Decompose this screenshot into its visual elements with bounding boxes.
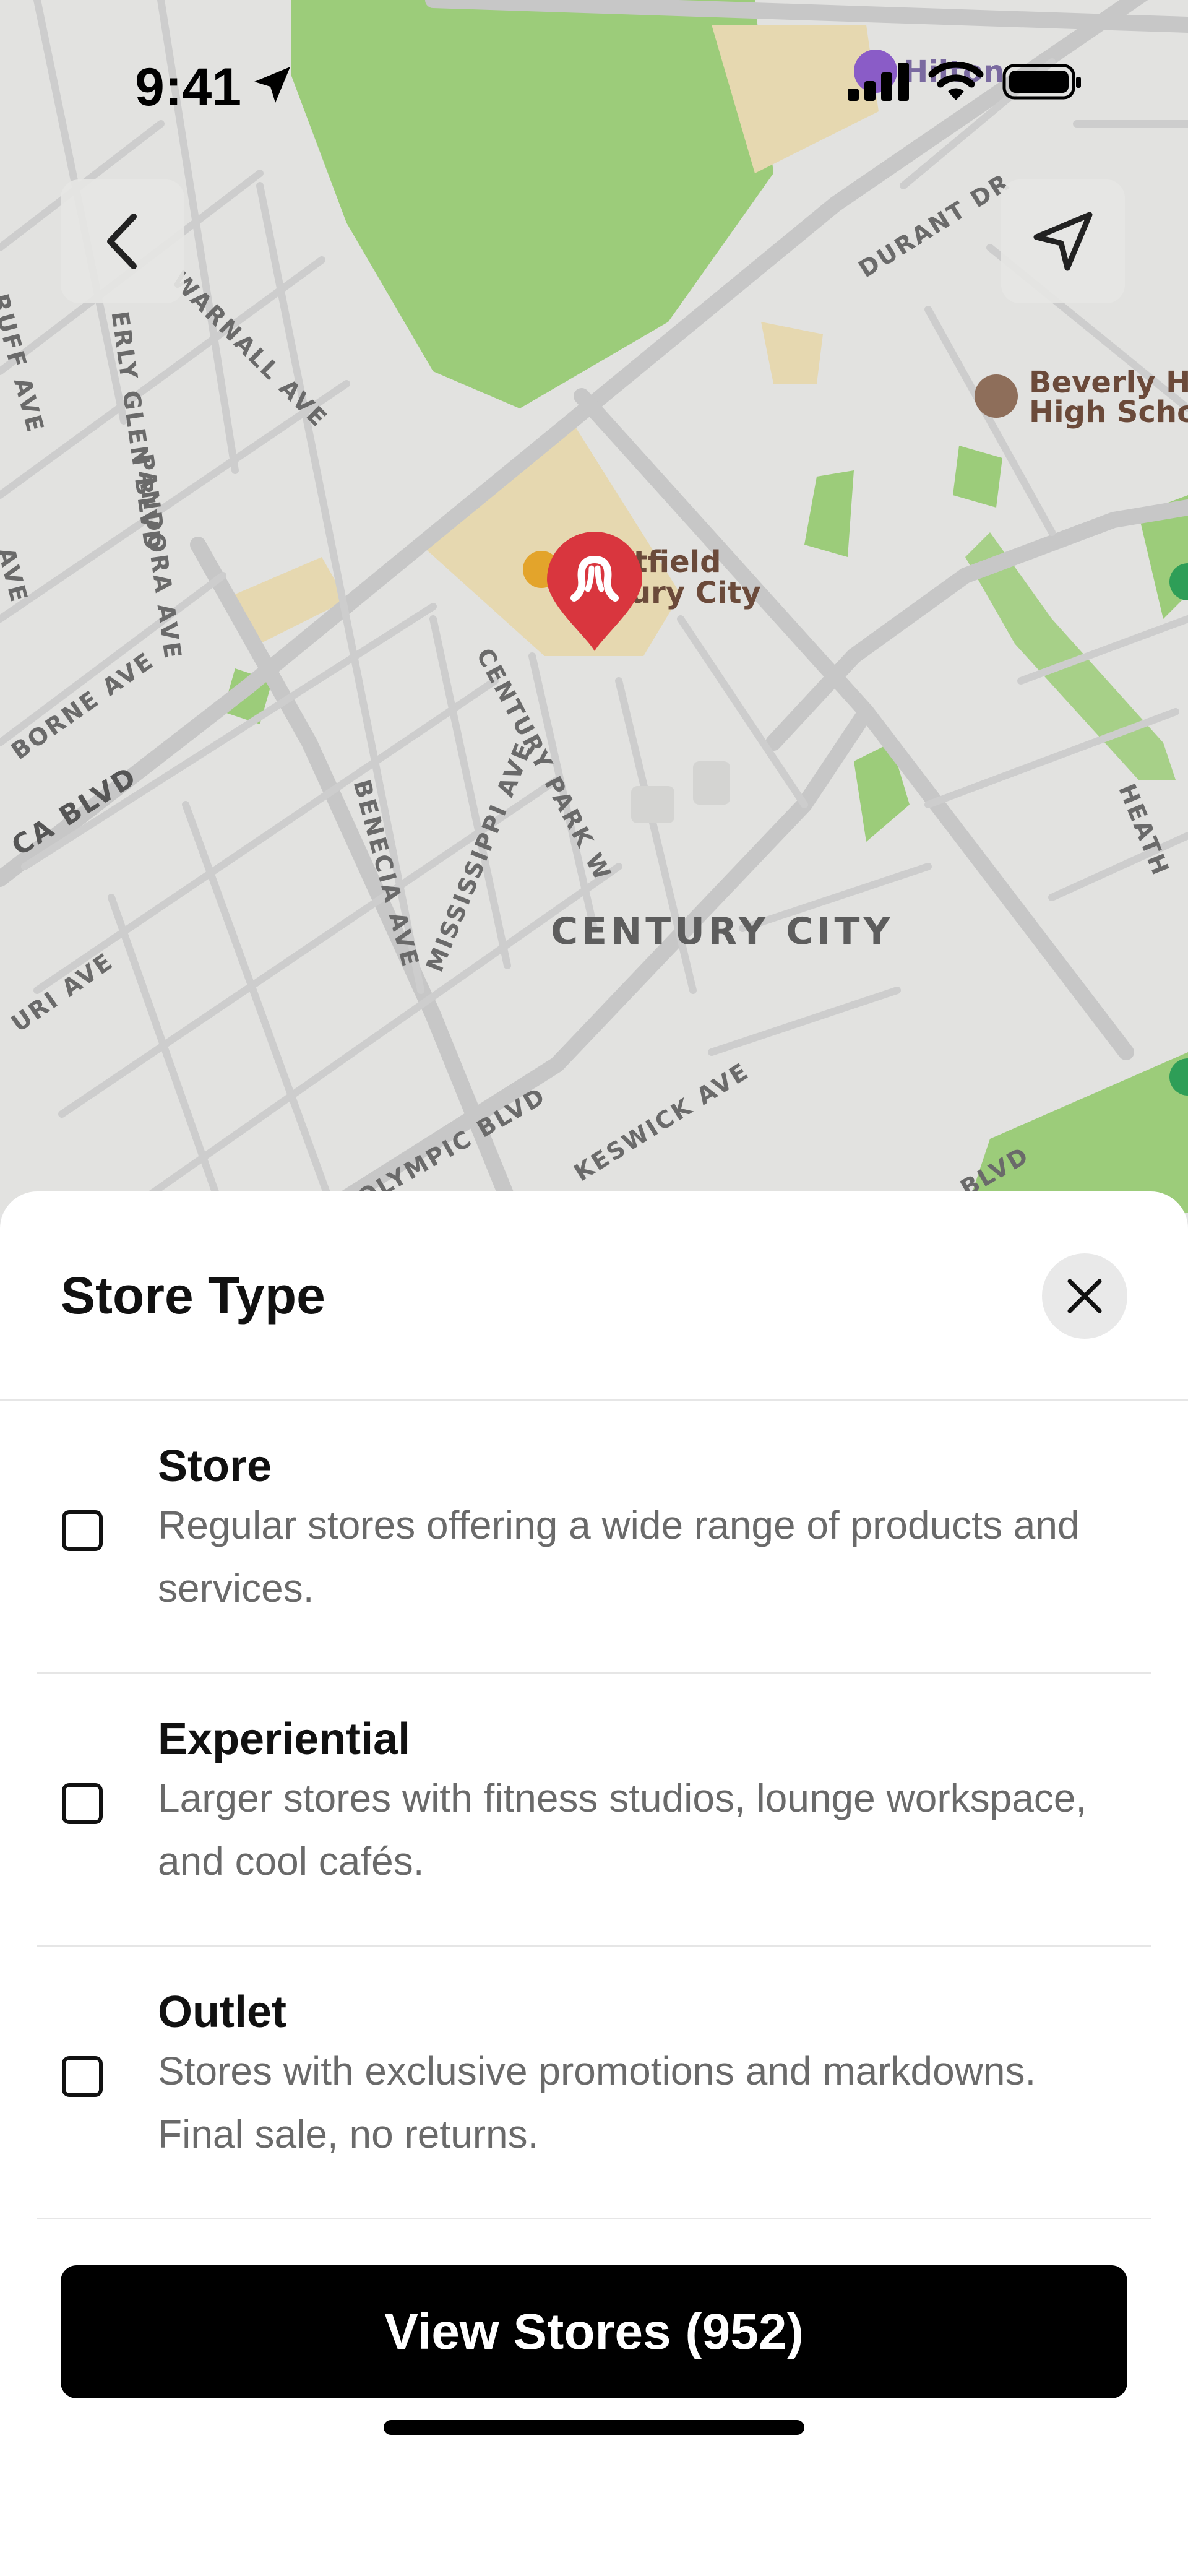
option-description: Stores with exclusive promotions and mar… <box>158 2049 1036 2156</box>
battery-icon <box>1002 64 1081 100</box>
home-indicator[interactable] <box>384 2420 804 2435</box>
back-button[interactable] <box>61 179 184 303</box>
option-experiential[interactable]: Experiential Larger stores with fitness … <box>37 1674 1151 1947</box>
option-description: Larger stores with fitness studios, loun… <box>158 1776 1087 1883</box>
sheet-title: Store Type <box>61 1266 325 1325</box>
wifi-icon <box>928 62 984 100</box>
view-stores-button[interactable]: View Stores (952) <box>61 2265 1127 2398</box>
store-type-sheet: Store Type Store Regular stores offering… <box>0 1191 1188 2576</box>
experiential-checkbox[interactable] <box>62 1783 103 1824</box>
beverly-label-2: High Scho <box>1029 395 1188 430</box>
store-pin-icon[interactable] <box>542 530 647 654</box>
option-title: Outlet <box>158 1987 286 2037</box>
close-icon <box>1067 1279 1102 1313</box>
location-arrow-icon <box>254 67 290 103</box>
option-description: Regular stores offering a wide range of … <box>158 1503 1080 1610</box>
outlet-checkbox[interactable] <box>62 2056 103 2097</box>
store-checkbox[interactable] <box>62 1510 103 1551</box>
close-button[interactable] <box>1042 1253 1127 1339</box>
chevron-left-icon <box>107 214 137 269</box>
cellular-signal-icon <box>848 63 909 101</box>
option-title: Store <box>158 1441 272 1491</box>
district-label: CENTURY CITY <box>551 910 894 953</box>
option-outlet[interactable]: Outlet Stores with exclusive promotions … <box>37 1947 1151 2219</box>
status-time: 9:41 <box>135 58 242 117</box>
option-title: Experiential <box>158 1714 411 1764</box>
current-location-button[interactable] <box>1001 179 1125 303</box>
school-icon <box>975 374 1018 418</box>
navigation-arrow-icon <box>1033 212 1093 271</box>
sheet-header: Store Type <box>0 1191 1188 1401</box>
option-store[interactable]: Store Regular stores offering a wide ran… <box>37 1401 1151 1674</box>
